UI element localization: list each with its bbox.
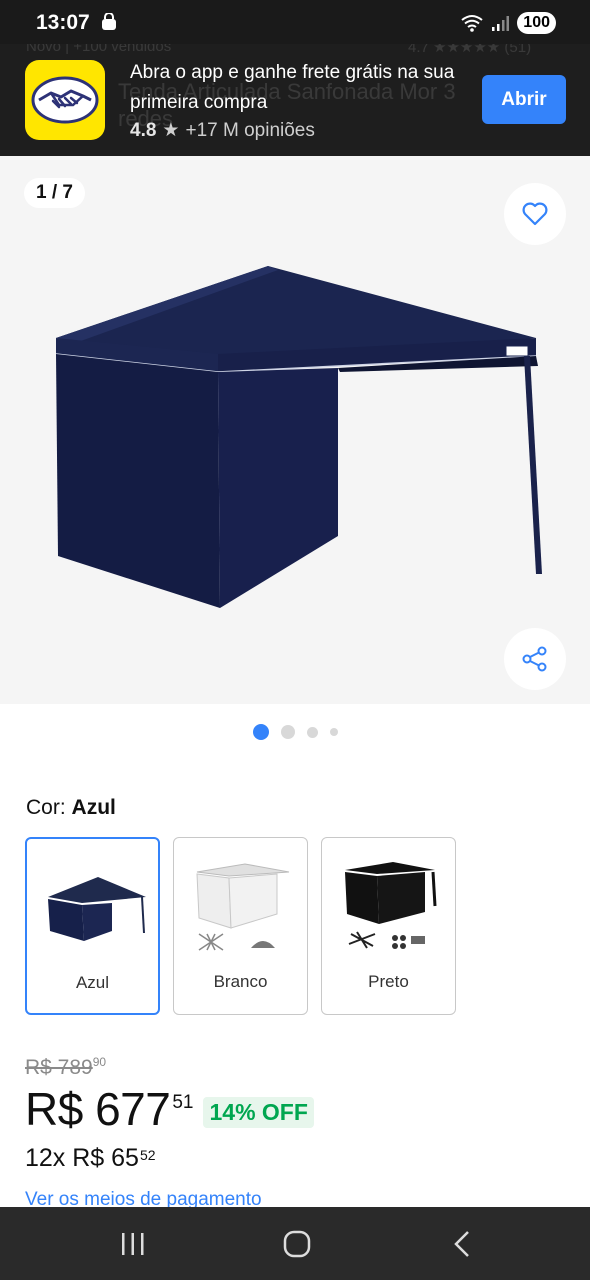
- app-rating-score: 4.8: [130, 119, 157, 141]
- system-navigation-bar: [0, 1207, 590, 1280]
- handshake-icon: [31, 76, 99, 124]
- installments: 12x R$ 65 52: [25, 1144, 156, 1173]
- banner-rating: 4.8 ★ +17 M opiniões: [130, 119, 315, 142]
- original-price-cents: 90: [92, 1055, 107, 1069]
- gallery-dot[interactable]: [280, 725, 295, 739]
- original-price: R$ 78990: [25, 1055, 106, 1080]
- color-option-azul[interactable]: Azul: [25, 837, 160, 1015]
- wifi-icon: [461, 15, 483, 32]
- thumb-tent-blue: [48, 877, 146, 941]
- app-opinions-count: +17 M opiniões: [185, 119, 315, 141]
- color-option-label: Preto: [368, 972, 409, 991]
- gallery-dot[interactable]: [306, 726, 318, 738]
- image-counter: 1 / 7: [24, 178, 85, 208]
- product-image-tent: [55, 266, 542, 608]
- open-app-button[interactable]: Abrir: [482, 75, 566, 124]
- gallery-dot[interactable]: [329, 728, 338, 736]
- thumb-tent-white: [196, 863, 290, 951]
- share-icon: [522, 646, 547, 672]
- signal-icon: [492, 16, 510, 31]
- ghost-condition-text: Novo | +100 vendidos: [26, 44, 172, 55]
- battery-indicator: 100: [517, 12, 556, 34]
- app-install-banner[interactable]: Novo | +100 vendidos 4.7 ★★★★★ (51) Tend…: [0, 44, 590, 156]
- heart-icon: [522, 202, 548, 226]
- installments-cents: 52: [139, 1147, 156, 1163]
- recent-apps-icon[interactable]: [120, 1229, 146, 1259]
- current-price: R$ 677 51 14% OFF: [25, 1082, 314, 1136]
- thumb-tent-black: [345, 862, 437, 949]
- ghost-rating-text: 4.7 ★★★★★ (51): [408, 44, 532, 56]
- favorite-button[interactable]: [504, 183, 566, 245]
- home-icon[interactable]: [283, 1229, 311, 1259]
- star-icon: ★: [162, 120, 180, 141]
- color-label: Cor: Azul: [26, 796, 116, 820]
- current-price-amount: R$ 677: [25, 1083, 171, 1135]
- gallery-pagination[interactable]: [0, 724, 590, 740]
- product-image-gallery[interactable]: 1 / 7: [0, 156, 590, 704]
- back-icon[interactable]: [452, 1229, 472, 1259]
- installments-amount: 12x R$ 65: [25, 1144, 139, 1172]
- shopping-bag-icon: [102, 13, 116, 30]
- gallery-dot-active[interactable]: [252, 724, 269, 740]
- original-price-amount: R$ 789: [25, 1056, 93, 1079]
- color-option-preto[interactable]: Preto: [321, 837, 456, 1015]
- current-price-cents: 51: [172, 1092, 194, 1113]
- mercado-livre-logo: [25, 60, 105, 140]
- selected-color-value: Azul: [71, 796, 116, 819]
- discount-badge: 14% OFF: [203, 1097, 314, 1128]
- color-label-prefix: Cor:: [26, 796, 66, 819]
- banner-title: Abra o app e ganhe frete grátis na sua p…: [130, 62, 455, 113]
- color-option-label: Branco: [213, 972, 268, 991]
- color-option-branco[interactable]: Branco: [173, 837, 308, 1015]
- status-time: 13:07: [36, 11, 90, 34]
- color-options: Azul Branco Preto: [25, 837, 456, 1015]
- status-bar: 13:07 100: [0, 0, 590, 44]
- share-button[interactable]: [504, 628, 566, 690]
- color-option-label: Azul: [75, 973, 110, 992]
